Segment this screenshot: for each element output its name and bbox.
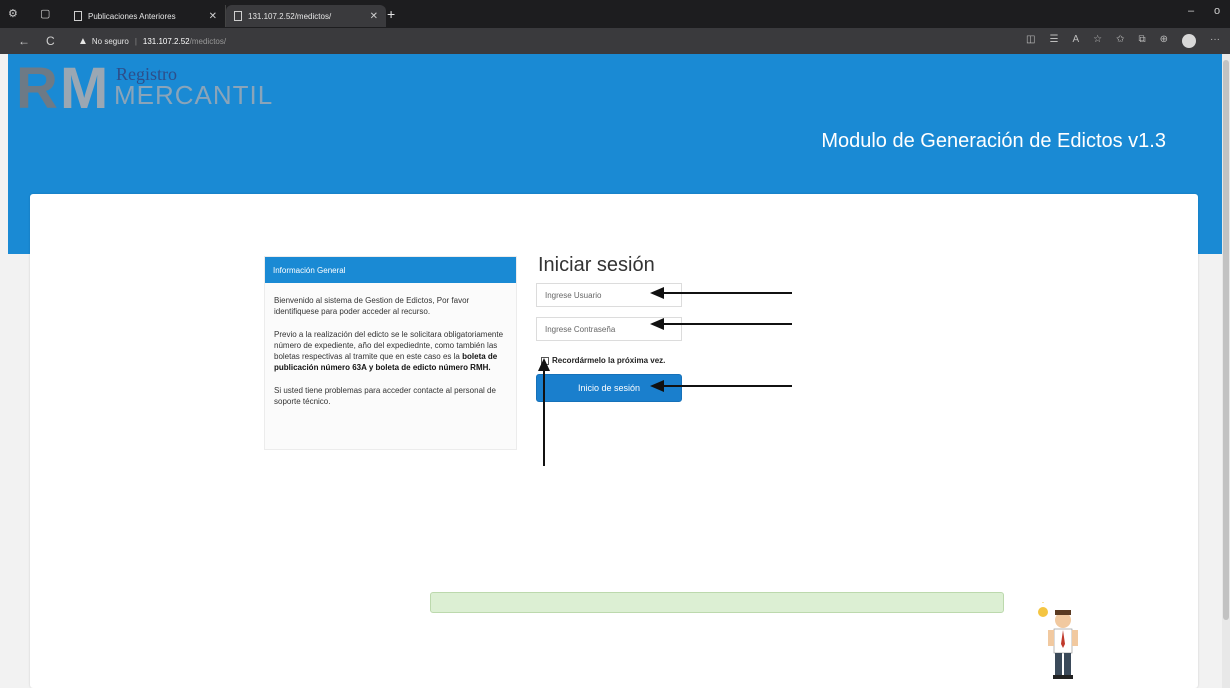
scrollbar-thumb[interactable] xyxy=(1223,60,1229,620)
minimize-icon[interactable]: – xyxy=(1188,5,1194,17)
browser-address-bar: ← C ▲ No seguro | 131.107.2.52 /medictos… xyxy=(0,28,1230,54)
read-aloud-icon[interactable]: A xyxy=(1072,34,1079,48)
login-title: Iniciar sesión xyxy=(538,254,655,276)
annotation-arrow-checkbox xyxy=(538,358,550,466)
main-card: Información General Bienvenido al sistem… xyxy=(30,194,1198,688)
reload-icon[interactable]: C xyxy=(46,34,55,48)
info-panel: Información General Bienvenido al sistem… xyxy=(264,256,517,450)
url-separator: | xyxy=(134,36,137,46)
annotation-arrow-password xyxy=(650,318,792,330)
remember-label: Recordármelo la próxima vez. xyxy=(552,356,666,365)
new-tab-button[interactable]: + xyxy=(387,6,395,22)
tab-label: 131.107.2.52/medictos/ xyxy=(248,11,332,21)
extensions-icon[interactable]: ⊕ xyxy=(1160,34,1168,48)
tab-medictos[interactable]: 131.107.2.52/medictos/ ✕ xyxy=(226,5,386,27)
page-icon xyxy=(234,11,242,21)
tab-actions-icon[interactable]: ▢ xyxy=(40,7,50,20)
info-panel-heading: Información General xyxy=(265,257,516,283)
annotation-arrow-button xyxy=(650,380,792,392)
collections-icon[interactable]: ⧉ xyxy=(1138,34,1145,48)
reader-icon[interactable]: ◫ xyxy=(1026,34,1035,48)
close-tab-icon[interactable]: ✕ xyxy=(209,11,217,22)
info-paragraph-support: Si usted tiene problemas para acceder co… xyxy=(274,386,496,406)
close-tab-icon[interactable]: ✕ xyxy=(370,11,378,22)
favorite-star-icon[interactable]: ☆ xyxy=(1093,34,1102,48)
browser-tab-bar: ⚙ ▢ Publicaciones Anteriores ✕ 131.107.2… xyxy=(0,0,1230,28)
warning-icon: ▲ xyxy=(78,35,88,47)
logo-letter-r: R xyxy=(16,56,58,121)
more-icon[interactable]: ··· xyxy=(1210,34,1220,48)
back-icon[interactable]: ← xyxy=(18,34,30,48)
page-scrollbar[interactable] xyxy=(1222,54,1230,688)
url-host: 131.107.2.52 xyxy=(142,36,190,46)
toolbar-icons: ◫ ☰ A ☆ ✩ ⧉ ⊕ ··· xyxy=(1026,34,1220,48)
tab-publicaciones[interactable]: Publicaciones Anteriores ✕ xyxy=(66,5,226,27)
workspace-icon[interactable]: ⚙ xyxy=(8,7,18,20)
tab-label: Publicaciones Anteriores xyxy=(88,11,176,21)
mascot-illustration xyxy=(1038,602,1078,679)
logo-letter-m: M xyxy=(60,56,109,121)
info-paragraph-requirements: Previo a la realización del edicto se le… xyxy=(274,329,508,373)
url-field[interactable]: ▲ No seguro | 131.107.2.52 /medictos/ xyxy=(78,32,958,50)
apps-icon[interactable]: ☰ xyxy=(1049,34,1058,48)
info-panel-body: Bienvenido al sistema de Gestion de Edic… xyxy=(265,283,516,407)
progress-bar xyxy=(430,592,1004,613)
info-paragraph-welcome: Bienvenido al sistema de Gestion de Edic… xyxy=(274,296,470,316)
brand-line-2: MERCANTIL xyxy=(114,80,274,110)
restore-icon[interactable]: o xyxy=(1214,5,1220,17)
security-label: No seguro xyxy=(91,36,129,46)
url-path: /medictos/ xyxy=(189,36,227,46)
module-title: Modulo de Generación de Edictos v1.3 xyxy=(821,130,1166,152)
page-icon xyxy=(74,11,82,21)
favorites-icon[interactable]: ✩ xyxy=(1116,34,1124,48)
remember-me[interactable]: Recordármelo la próxima vez. xyxy=(541,356,665,365)
profile-avatar[interactable] xyxy=(1182,34,1196,48)
annotation-arrow-user xyxy=(650,287,792,299)
rm-logo: R M xyxy=(16,59,116,119)
